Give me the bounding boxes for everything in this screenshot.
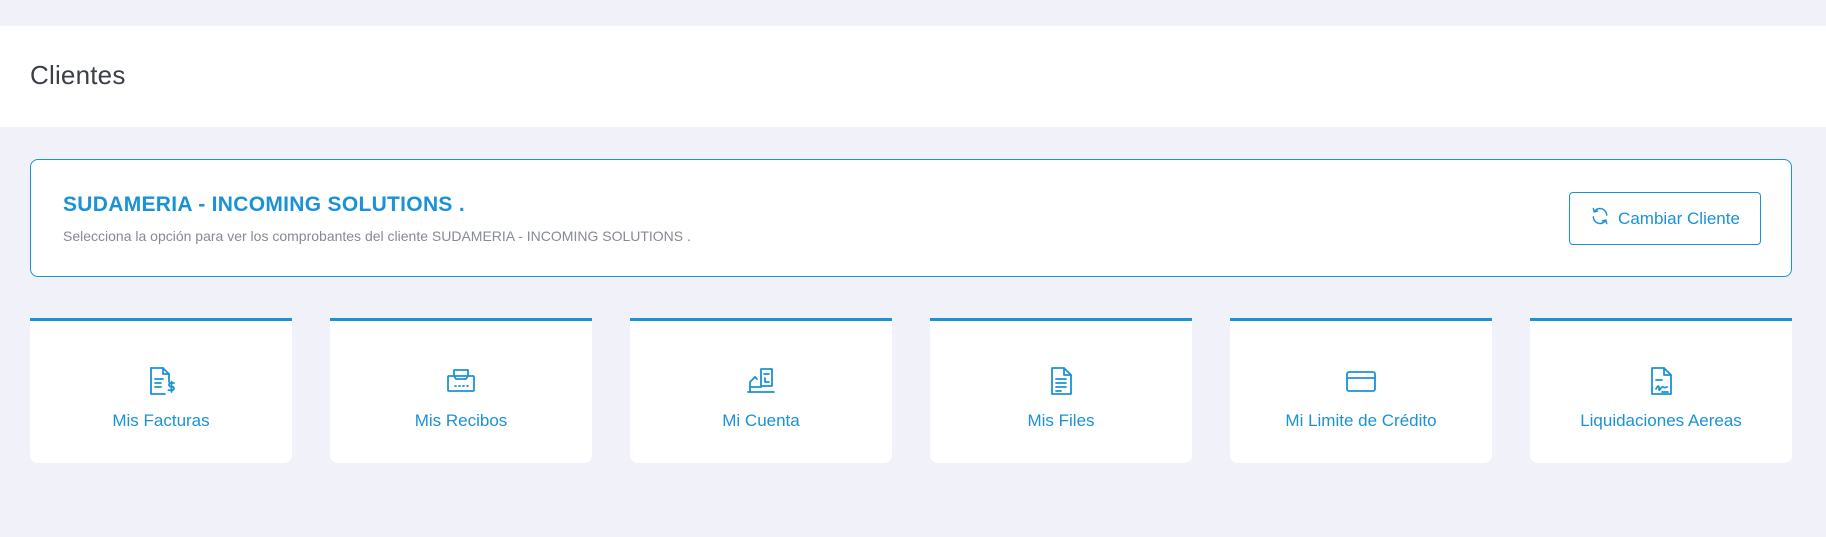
signed-document-icon [1645, 365, 1677, 397]
refresh-icon [1590, 206, 1610, 231]
client-description: Selecciona la opción para ver los compro… [63, 228, 691, 244]
tile-label: Mis Facturas [112, 411, 210, 430]
tile-mis-recibos[interactable]: Mis Recibos [330, 318, 592, 463]
page-header: Clientes [0, 26, 1826, 127]
change-client-button[interactable]: Cambiar Cliente [1569, 192, 1761, 245]
cash-register-icon [745, 365, 777, 397]
tile-label: Mis Recibos [414, 411, 508, 430]
tile-label: Mis Files [1027, 411, 1095, 430]
receipt-printer-icon [445, 365, 477, 397]
menu-tiles: Mis Facturas Mis Recibos Mi Cuenta Mis F… [30, 318, 1794, 465]
document-icon [1045, 365, 1077, 397]
tile-mi-cuenta[interactable]: Mi Cuenta [630, 318, 892, 463]
tile-label: Liquidaciones Aereas [1580, 411, 1742, 430]
tile-mis-facturas[interactable]: Mis Facturas [30, 318, 292, 463]
page-title: Clientes [30, 60, 126, 90]
tile-label: Mi Limite de Crédito [1285, 411, 1437, 430]
client-panel: SUDAMERIA - INCOMING SOLUTIONS . Selecci… [30, 159, 1792, 277]
tile-mis-files[interactable]: Mis Files [930, 318, 1192, 463]
change-client-label: Cambiar Cliente [1618, 208, 1740, 228]
tile-mi-limite-de-credito[interactable]: Mi Limite de Crédito [1230, 318, 1492, 463]
invoice-dollar-icon [145, 365, 177, 397]
credit-card-icon [1345, 365, 1377, 397]
tile-liquidaciones-aereas[interactable]: Liquidaciones Aereas [1530, 318, 1792, 463]
tile-label: Mi Cuenta [722, 411, 800, 430]
client-name: SUDAMERIA - INCOMING SOLUTIONS . [63, 193, 465, 216]
